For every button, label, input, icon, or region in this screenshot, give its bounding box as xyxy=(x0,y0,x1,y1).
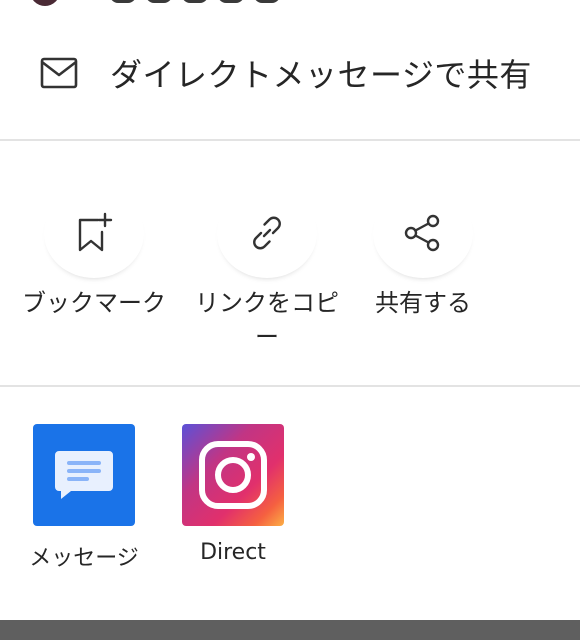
instagram-direct-label: Direct xyxy=(200,540,266,565)
copy-link-button-circle[interactable] xyxy=(217,188,317,278)
instagram-direct-app-button[interactable]: Direct xyxy=(163,424,303,565)
direct-message-label: ダイレクトメッセージで共有 xyxy=(110,56,532,94)
instagram-app-icon[interactable] xyxy=(182,424,284,526)
link-icon xyxy=(253,216,281,250)
share-label: 共有する xyxy=(375,289,471,317)
share-via-direct-message-row[interactable]: ダイレクトメッセージで共有 xyxy=(0,30,580,114)
avatar xyxy=(30,0,60,6)
share-button-circle[interactable] xyxy=(373,188,473,278)
divider xyxy=(0,385,580,387)
bookmark-label: ブックマーク xyxy=(22,289,166,317)
messages-app-icon[interactable] xyxy=(33,424,135,526)
cut-off-row-text xyxy=(110,0,340,4)
share-apps: メッセージ Direct xyxy=(0,388,580,620)
messages-app-button[interactable]: メッセージ xyxy=(14,424,154,572)
bookmark-button[interactable]: ブックマーク xyxy=(14,188,174,320)
navigation-bar-edge xyxy=(0,620,580,640)
copy-link-button[interactable]: リンクをコピー xyxy=(187,188,347,354)
bookmark-button-circle[interactable] xyxy=(44,188,144,278)
messages-app-label: メッセージ xyxy=(29,546,139,571)
divider xyxy=(0,139,580,141)
share-sheet: ダイレクトメッセージで共有 ブックマーク リンクをコピー 共有する メッセージ … xyxy=(0,0,580,640)
copy-link-label: リンクをコピー xyxy=(195,289,339,351)
mail-icon xyxy=(40,57,78,89)
share-icon xyxy=(404,214,440,252)
quick-actions: ブックマーク リンクをコピー 共有する xyxy=(0,142,580,384)
share-button[interactable]: 共有する xyxy=(343,188,503,320)
bookmark-add-icon xyxy=(78,212,113,252)
